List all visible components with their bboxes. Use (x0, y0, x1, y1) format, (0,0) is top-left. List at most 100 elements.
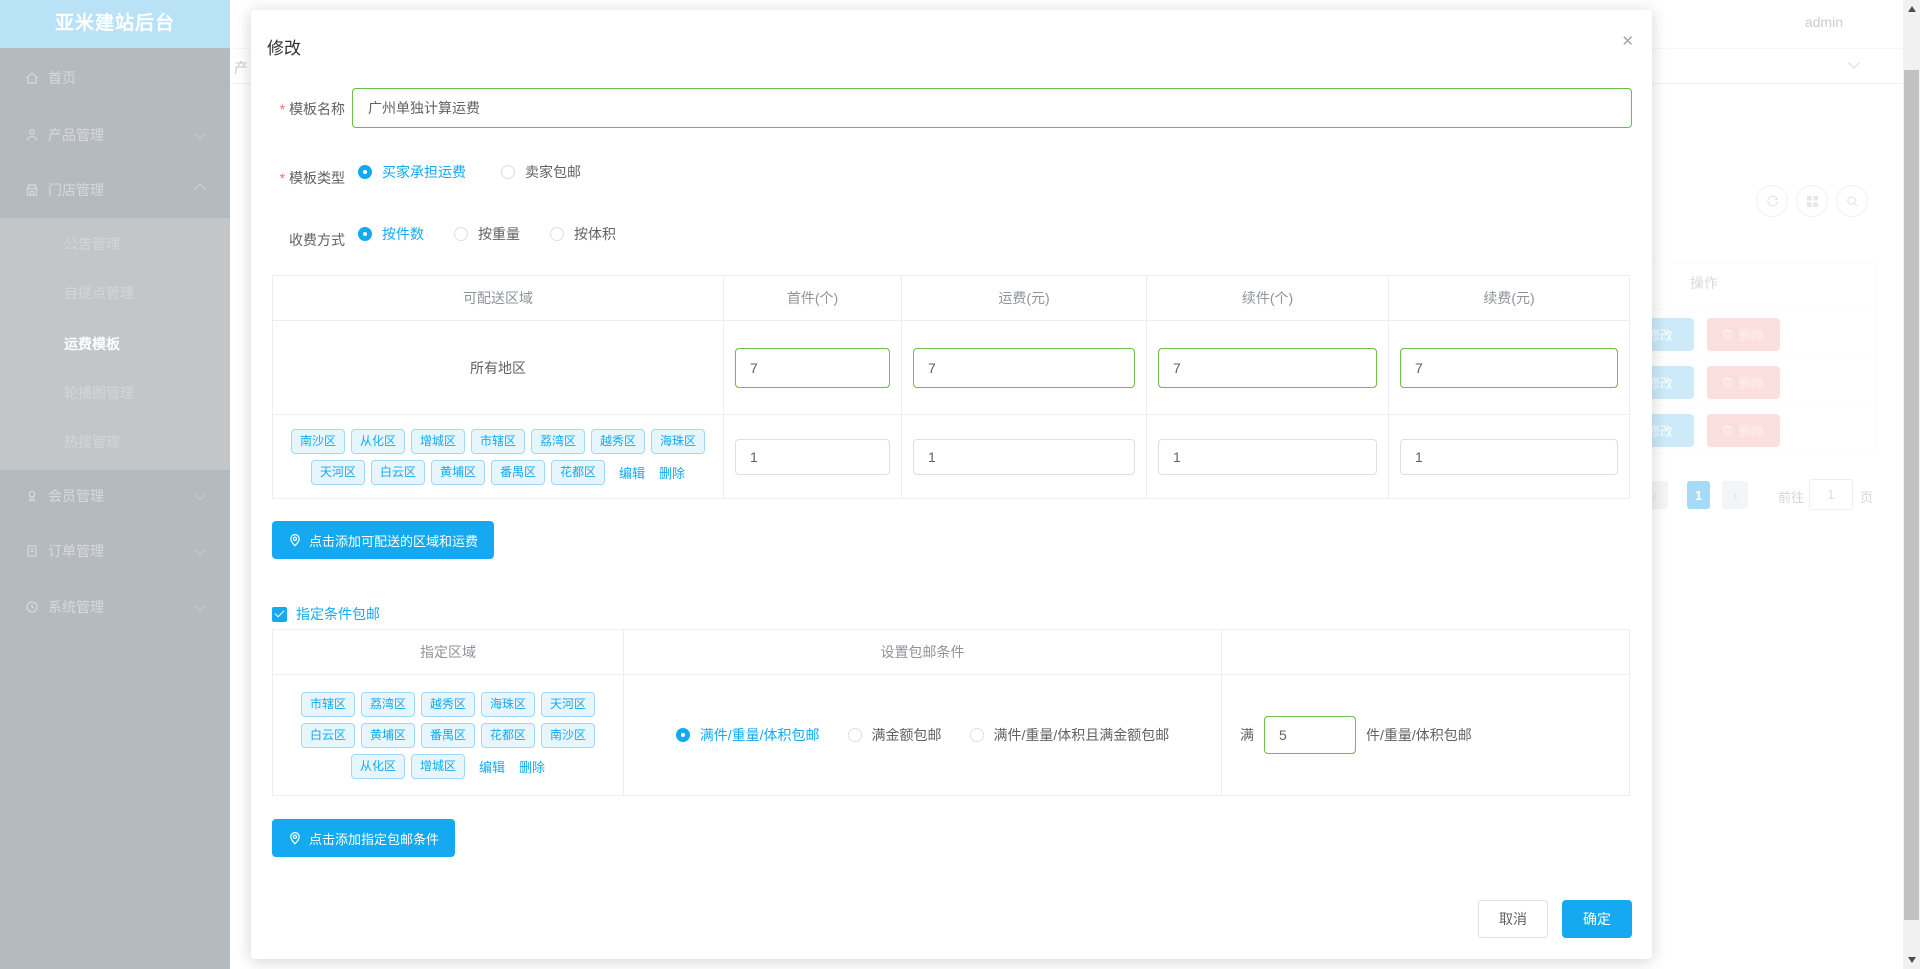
scrollbar-up-arrow[interactable] (1908, 6, 1916, 12)
radio-label: 卖家包邮 (525, 164, 581, 180)
radio-by-volume[interactable]: 按体积 (550, 224, 616, 244)
location-pin-icon (290, 831, 300, 845)
scrollbar-down-arrow[interactable] (1908, 957, 1916, 963)
additional-piece-input[interactable] (1158, 438, 1377, 475)
username[interactable]: admin (1805, 14, 1843, 30)
sidebar-item-products[interactable]: 产品管理 (0, 107, 230, 163)
template-name-input[interactable] (352, 88, 1632, 128)
trash-icon (1723, 377, 1733, 388)
pagination-page-1[interactable]: 1 (1687, 481, 1710, 509)
additional-piece-input[interactable] (1158, 347, 1377, 388)
submenu-item-pickup-points[interactable]: 自提点管理 (64, 283, 134, 303)
confirm-button[interactable]: 确定 (1562, 900, 1632, 938)
submenu-item-hot-search[interactable]: 热搜管理 (64, 432, 120, 452)
chevron-down-icon[interactable] (1848, 57, 1860, 69)
pagination-next[interactable]: › (1722, 481, 1748, 509)
refresh-button[interactable] (1756, 185, 1788, 217)
scrollbar-thumb[interactable] (1904, 70, 1919, 920)
sidebar-item-members[interactable]: 会员管理 (0, 468, 230, 524)
district-tag: 市辖区 (300, 691, 355, 717)
delete-condition-region-link[interactable]: 删除 (519, 757, 545, 776)
radio-by-weight[interactable]: 按重量 (454, 224, 520, 244)
radio-piece-and-amount[interactable]: 满件/重量/体积且满金额包邮 (969, 725, 1169, 745)
sidebar-item-label: 会员管理 (48, 488, 104, 504)
region-tags-cell: 南沙区 从化区 增城区 市辖区 荔湾区 越秀区 海珠区 天河区 白云区 黄埔区 … (273, 415, 723, 498)
radio-buyer-pays[interactable]: 买家承担运费 (358, 162, 466, 182)
threshold-suffix: 件/重量/体积包邮 (1366, 727, 1472, 743)
sidebar-item-orders[interactable]: 订单管理 (0, 523, 230, 579)
delete-region-link[interactable]: 删除 (659, 463, 685, 482)
district-tag: 越秀区 (591, 428, 646, 454)
cancel-button[interactable]: 取消 (1478, 900, 1548, 938)
fee-input[interactable] (913, 438, 1135, 475)
district-tag: 番禺区 (490, 459, 545, 485)
submenu-item-carousel[interactable]: 轮播图管理 (64, 383, 134, 403)
sidebar-item-label: 首页 (48, 70, 76, 86)
header-additional-fee: 续费(元) (1388, 276, 1629, 321)
app-root: admin 产 亚米建站后台 首页 产品管理 门店管理 公告管理 自提点管理 运… (0, 0, 1920, 969)
chevron-down-icon (194, 544, 206, 556)
scrollbar[interactable] (1903, 0, 1920, 969)
table-row-guangzhou-districts: 南沙区 从化区 增城区 市辖区 荔湾区 越秀区 海珠区 天河区 白云区 黄埔区 … (273, 415, 1629, 498)
radio-label: 按体积 (574, 226, 616, 242)
columns-button[interactable] (1796, 185, 1828, 217)
header-condition: 设置包邮条件 (623, 630, 1221, 675)
search-button[interactable] (1836, 185, 1868, 217)
additional-fee-input[interactable] (1400, 438, 1618, 475)
trash-icon (1723, 425, 1733, 436)
charge-method-radio-group: 按件数 按重量 按体积 (358, 224, 616, 244)
radio-piece-weight-volume[interactable]: 满件/重量/体积包邮 (675, 725, 820, 745)
pagination-goto-label: 前往 (1778, 490, 1805, 505)
delete-button[interactable]: 删除 (1707, 366, 1780, 399)
district-tag: 番禺区 (420, 722, 475, 748)
fee-input[interactable] (913, 347, 1135, 388)
pagination-goto-input[interactable] (1809, 479, 1853, 510)
delete-button[interactable]: 删除 (1707, 414, 1780, 447)
edit-template-dialog: 修改 ✕ 模板名称 模板类型 买家承担运费 卖家包邮 收费方式 按件数 (251, 10, 1652, 959)
add-region-label: 点击添加可配送的区域和运费 (309, 533, 479, 549)
trash-icon (1723, 329, 1733, 340)
edit-region-link[interactable]: 编辑 (619, 463, 645, 482)
radio-amount[interactable]: 满金额包邮 (847, 725, 942, 745)
district-tag: 从化区 (350, 753, 405, 779)
chevron-down-icon (194, 489, 206, 501)
district-tag: 黄埔区 (430, 459, 485, 485)
add-condition-label: 点击添加指定包邮条件 (309, 831, 440, 847)
user-icon (24, 127, 40, 143)
delete-button[interactable]: 删除 (1707, 318, 1780, 351)
district-tag: 从化区 (350, 428, 405, 454)
header-empty (1221, 630, 1629, 675)
sidebar-item-label: 订单管理 (48, 543, 104, 559)
radio-seller-free[interactable]: 卖家包邮 (501, 162, 581, 182)
radio-icon (358, 165, 372, 179)
table-border (1652, 309, 1875, 310)
add-condition-button[interactable]: 点击添加指定包邮条件 (272, 819, 456, 857)
first-piece-input[interactable] (735, 438, 890, 475)
charge-method-label: 收费方式 (289, 232, 345, 248)
add-region-button[interactable]: 点击添加可配送的区域和运费 (272, 521, 495, 559)
submenu-item-announcements[interactable]: 公告管理 (64, 234, 120, 254)
app-title: 亚米建站后台 (0, 0, 230, 48)
district-tag: 越秀区 (420, 691, 475, 717)
radio-by-piece[interactable]: 按件数 (358, 224, 424, 244)
template-type-radio-group: 买家承担运费 卖家包邮 (358, 162, 581, 182)
radio-icon (550, 227, 564, 241)
sidebar-item-stores[interactable]: 门店管理 (0, 162, 230, 218)
sidebar-item-system[interactable]: 系统管理 (0, 579, 230, 635)
chevron-up-icon (194, 183, 206, 195)
medal-icon (24, 488, 40, 504)
additional-fee-input[interactable] (1400, 347, 1618, 388)
pagination-unit-label: 页 (1860, 490, 1874, 505)
first-piece-input[interactable] (735, 347, 890, 388)
submenu-item-shipping-templates[interactable]: 运费模板 (64, 334, 120, 354)
close-icon[interactable]: ✕ (1621, 32, 1634, 50)
table-border (1875, 262, 1876, 454)
threshold-input[interactable] (1264, 716, 1356, 754)
template-name-label: 模板名称 (251, 99, 345, 119)
sidebar-item-home[interactable]: 首页 (0, 50, 230, 106)
clock-icon (24, 599, 40, 615)
condition-region-tags-cell: 市辖区 荔湾区 越秀区 海珠区 天河区 白云区 黄埔区 番禺区 花都区 南沙区 (273, 675, 623, 795)
delete-label: 删除 (1738, 424, 1765, 439)
edit-condition-region-link[interactable]: 编辑 (479, 757, 505, 776)
conditional-free-shipping-checkbox[interactable]: 指定条件包邮 (272, 604, 380, 624)
